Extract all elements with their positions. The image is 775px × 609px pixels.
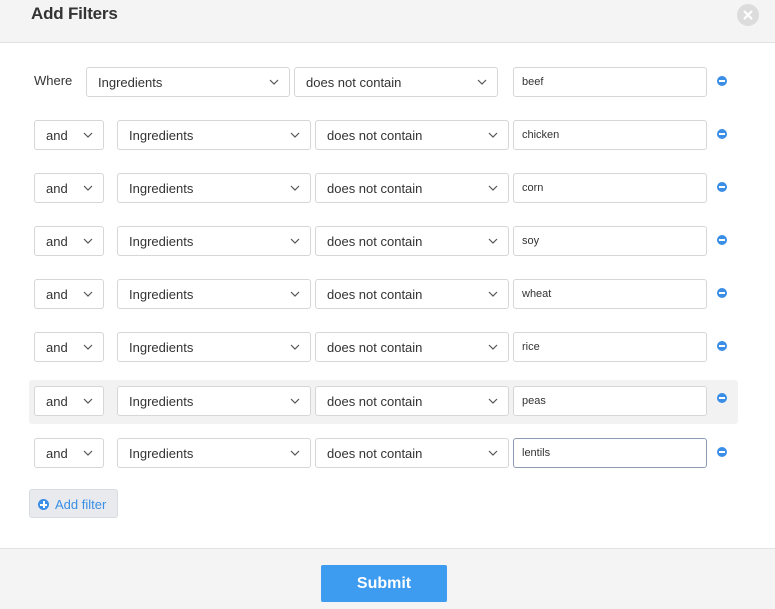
chevron-down-icon [83, 344, 93, 350]
chevron-down-icon [290, 344, 300, 350]
operator-select[interactable]: does not contain [315, 438, 509, 468]
field-select[interactable]: Ingredients [86, 67, 290, 97]
chevron-down-icon [290, 185, 300, 191]
remove-filter-button[interactable] [717, 182, 727, 192]
chevron-down-icon [488, 185, 498, 191]
chevron-down-icon [83, 185, 93, 191]
operator-select[interactable]: does not contain [315, 226, 509, 256]
chevron-down-icon [83, 291, 93, 297]
connector-select[interactable]: and [34, 173, 104, 203]
field-select[interactable]: Ingredients [117, 279, 311, 309]
remove-filter-button[interactable] [717, 393, 727, 403]
connector-select[interactable]: and [34, 438, 104, 468]
value-input[interactable] [513, 67, 707, 97]
operator-select[interactable]: does not contain [315, 386, 509, 416]
field-select[interactable]: Ingredients [117, 173, 311, 203]
dialog-footer: Submit [0, 548, 775, 609]
value-input[interactable] [513, 438, 707, 468]
connector-select[interactable]: and [34, 120, 104, 150]
close-button[interactable] [737, 4, 759, 26]
chevron-down-icon [269, 79, 279, 85]
chevron-down-icon [290, 238, 300, 244]
chevron-down-icon [83, 132, 93, 138]
add-filter-button[interactable]: Add filter [29, 489, 118, 518]
operator-select[interactable]: does not contain [315, 279, 509, 309]
remove-filter-button[interactable] [717, 341, 727, 351]
filter-row: and Ingredients does not contain [29, 112, 738, 156]
submit-button[interactable]: Submit [321, 565, 447, 602]
connector-select[interactable]: and [34, 279, 104, 309]
remove-filter-button[interactable] [717, 129, 727, 139]
value-input[interactable] [513, 226, 707, 256]
chevron-down-icon [488, 450, 498, 456]
chevron-down-icon [488, 132, 498, 138]
filter-row: and Ingredients does not contain [29, 430, 738, 474]
chevron-down-icon [290, 398, 300, 404]
operator-select[interactable]: does not contain [315, 173, 509, 203]
dialog-title: Add Filters [31, 4, 118, 23]
where-label: Where [34, 73, 73, 88]
value-input[interactable] [513, 279, 707, 309]
value-input[interactable] [513, 332, 707, 362]
field-select[interactable]: Ingredients [117, 438, 311, 468]
filter-row: and Ingredients does not contain [29, 271, 738, 315]
chevron-down-icon [83, 398, 93, 404]
chevron-down-icon [488, 291, 498, 297]
filter-row: and Ingredients does not contain [29, 324, 738, 368]
value-input[interactable] [513, 386, 707, 416]
close-icon [743, 10, 753, 20]
operator-select[interactable]: does not contain [315, 120, 509, 150]
operator-select[interactable]: does not contain [315, 332, 509, 362]
plus-circle-icon [38, 499, 49, 510]
chevron-down-icon [290, 450, 300, 456]
filter-row: and Ingredients does not contain [29, 218, 738, 262]
filter-row: and Ingredients does not contain [29, 380, 738, 424]
field-select[interactable]: Ingredients [117, 386, 311, 416]
value-input[interactable] [513, 120, 707, 150]
operator-select[interactable]: does not contain [294, 67, 498, 97]
field-select[interactable]: Ingredients [117, 332, 311, 362]
chevron-down-icon [83, 238, 93, 244]
remove-filter-button[interactable] [717, 447, 727, 457]
remove-filter-button[interactable] [717, 288, 727, 298]
connector-select[interactable]: and [34, 226, 104, 256]
field-select[interactable]: Ingredients [117, 226, 311, 256]
dialog-header: Add Filters [0, 0, 775, 43]
filter-row: Where Ingredients does not contain [29, 59, 738, 103]
add-filter-label: Add filter [55, 497, 107, 512]
chevron-down-icon [488, 344, 498, 350]
chevron-down-icon [488, 238, 498, 244]
chevron-down-icon [290, 132, 300, 138]
chevron-down-icon [488, 398, 498, 404]
chevron-down-icon [290, 291, 300, 297]
filter-row: and Ingredients does not contain [29, 165, 738, 209]
value-input[interactable] [513, 173, 707, 203]
field-select[interactable]: Ingredients [117, 120, 311, 150]
chevron-down-icon [477, 79, 487, 85]
remove-filter-button[interactable] [717, 235, 727, 245]
remove-filter-button[interactable] [717, 76, 727, 86]
connector-select[interactable]: and [34, 386, 104, 416]
chevron-down-icon [83, 450, 93, 456]
connector-select[interactable]: and [34, 332, 104, 362]
